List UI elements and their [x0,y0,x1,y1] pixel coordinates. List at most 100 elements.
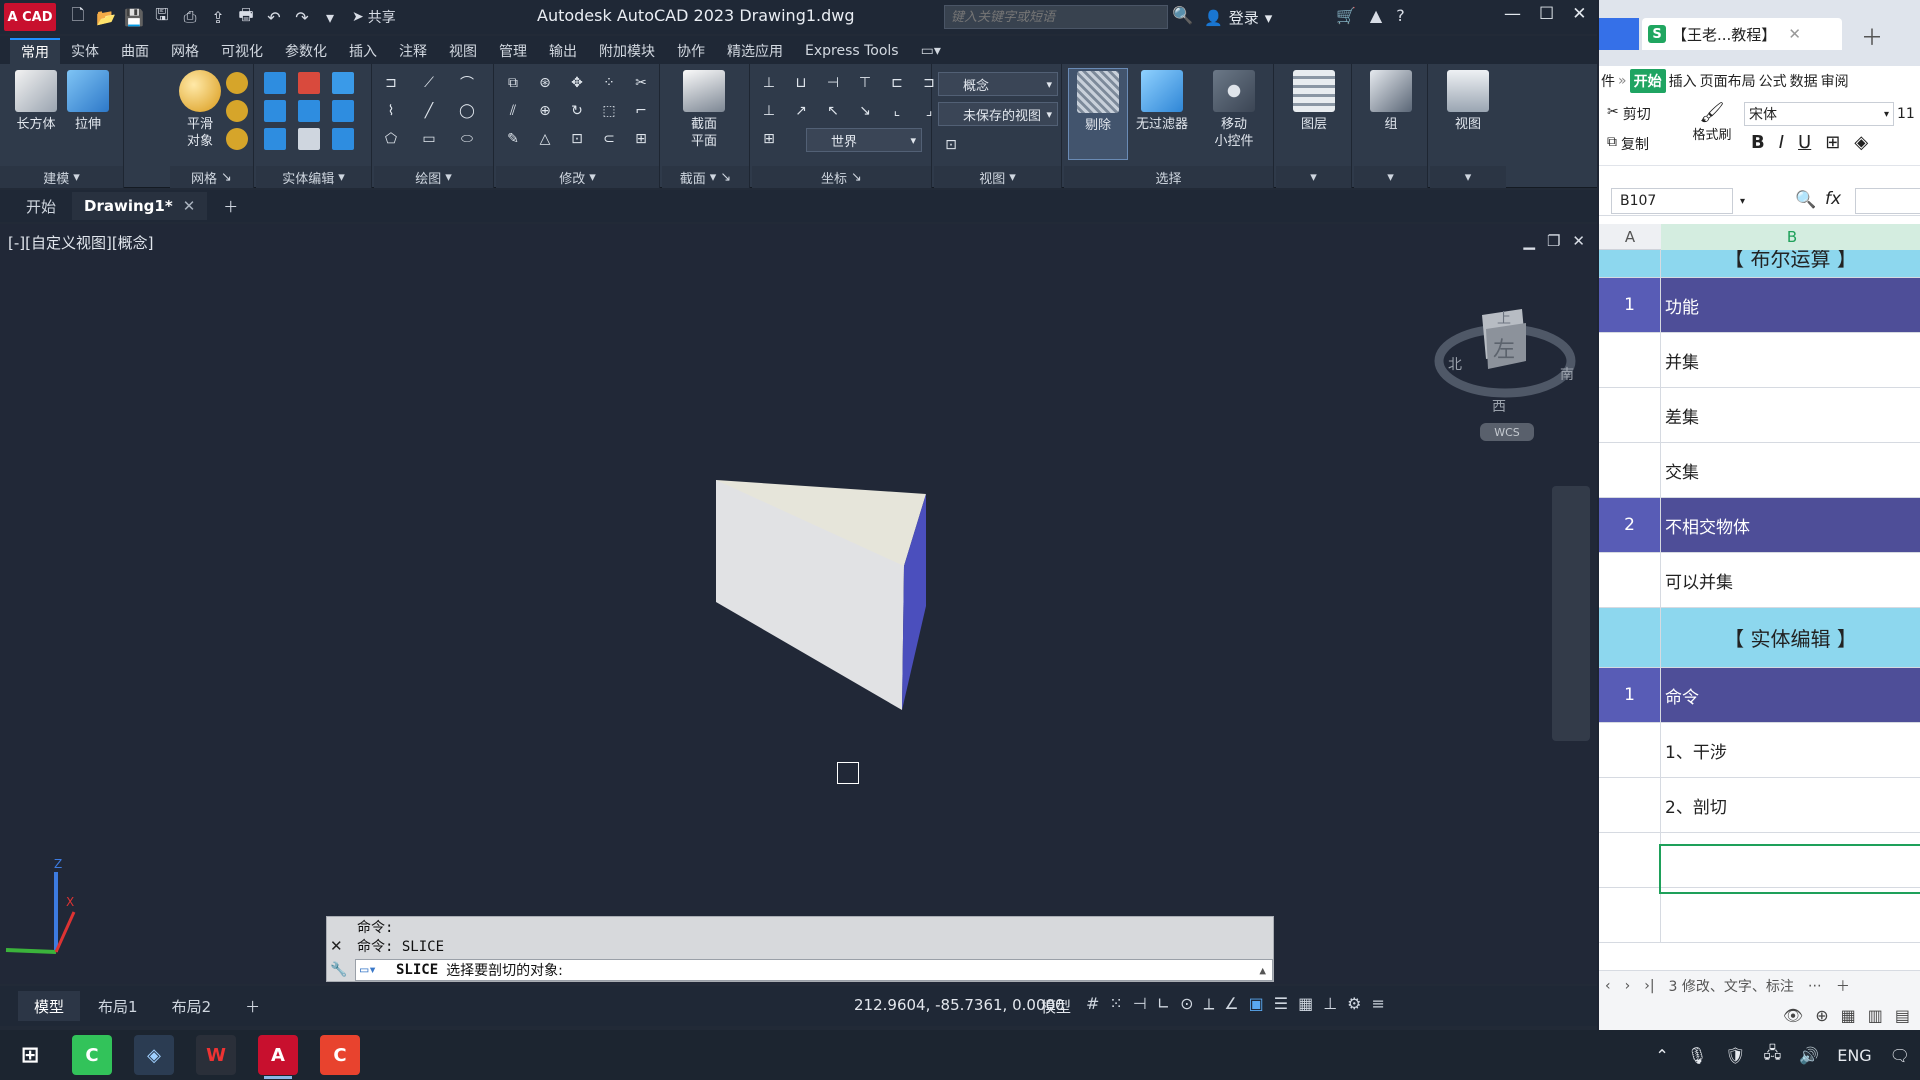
export-icon[interactable]: ⇪ [206,5,230,29]
bold-icon[interactable]: B [1751,132,1765,153]
undo-icon[interactable]: ↶ [262,5,286,29]
table-row[interactable]: 1 功能 [1599,278,1920,333]
tab-collaborate[interactable]: 协作 [666,38,716,64]
command-history-toggle-icon[interactable]: ▲ [1259,964,1266,977]
object-snap-tracking-icon[interactable]: ∠ [1224,994,1238,1014]
rotate-icon[interactable]: ↻ [566,100,588,122]
minimize-icon[interactable]: — [1504,4,1521,24]
search-box[interactable] [944,5,1168,29]
close-icon[interactable]: ✕ [1572,4,1586,24]
compass-south-label[interactable]: 西 [1492,399,1506,415]
ortho-icon[interactable]: ∟ [1157,994,1170,1014]
polysolid-icon[interactable]: ⊐ [380,72,402,94]
wps-menu-formula[interactable]: 公式 [1759,71,1787,91]
new-tab-button[interactable]: ＋ [211,192,250,220]
tab-model[interactable]: 模型 [18,991,81,1021]
ucs-settings-icon[interactable]: ⊞ [758,128,780,150]
panel-title-mesh[interactable]: 网格 ↘ [170,166,253,188]
taskbar-app-autocad[interactable]: A [258,1035,298,1079]
notification-icon[interactable]: 🗨 [1890,1046,1910,1065]
login-button[interactable]: 👤 登录 ▾ [1204,7,1272,28]
search-input[interactable] [945,6,1167,28]
input-method-icon[interactable]: ⊕ [1815,1006,1828,1025]
prev-sheet-icon[interactable]: › [1625,978,1631,994]
selection-cycling-icon[interactable]: ▣ [1249,994,1264,1014]
ellipse-icon[interactable]: ⬭ [456,128,478,150]
fill-color-icon[interactable]: ◈ [1854,132,1868,153]
compass-west-label[interactable]: 北 [1448,357,1462,373]
table-row[interactable]: 【 实体编辑 】 [1599,608,1920,668]
panel-title-draw[interactable]: 绘图 ▾ [374,166,493,188]
snap-icon[interactable]: ⁙ [1109,994,1122,1014]
tab-parametric[interactable]: 参数化 [274,38,338,64]
panel-title-modeling[interactable]: 建模 ▾ [0,166,123,188]
redo-icon[interactable]: ↷ [290,5,314,29]
border-icon[interactable]: ⊞ [1825,132,1840,153]
panel-title-coordinates[interactable]: 坐标 ↘ [752,166,931,188]
tab-drawing1[interactable]: Drawing1* ✕ [72,192,208,220]
underline-icon[interactable]: U [1798,132,1811,153]
wps-tab-close-icon[interactable]: ✕ [1788,25,1801,43]
tab-start[interactable]: 开始 [14,192,68,220]
ucs-object-icon[interactable]: ⊣ [822,72,844,94]
circle-icon[interactable]: ◯ [456,100,478,122]
sheet-grid[interactable]: 【 布尔运算 】 1 功能 并集 差集 交集 2 不相交物体 可以并集 【 实体编辑… [1599,250,1920,968]
panel-title-section[interactable]: 截面 ▾ ↘ [662,166,749,188]
taper-faces-icon[interactable] [332,128,354,150]
wps-menu-insert[interactable]: 插入 [1669,71,1697,91]
tab-solid[interactable]: 实体 [60,38,110,64]
normal-view-icon[interactable]: ▦ [1841,1006,1856,1025]
interfere-icon[interactable] [298,100,320,122]
mesh-sphere-icon[interactable] [226,72,248,94]
save-icon[interactable]: 💾 [122,5,146,29]
section-plane-button[interactable]: 截面 平面 [674,68,734,150]
table-row[interactable]: 差集 [1599,388,1920,443]
tab-express-tools[interactable]: Express Tools [794,38,910,64]
viewport-restore-icon[interactable]: ❐ [1547,232,1560,250]
intersect-icon[interactable] [264,100,286,122]
ucs-3point-icon[interactable]: ↘ [854,100,876,122]
arc-icon[interactable]: ⌒ [456,72,478,94]
offset-icon[interactable]: ⊂ [598,128,620,150]
tray-expand-icon[interactable]: ⌃ [1655,1046,1668,1065]
wps-menu-page-layout[interactable]: 页面布局 [1700,71,1756,91]
table-row[interactable]: 1 命令 [1599,668,1920,723]
views-button[interactable]: 视图 [1438,68,1498,133]
column-header-b[interactable]: B [1661,224,1920,250]
language-indicator[interactable]: ENG [1837,1046,1871,1065]
name-box[interactable]: B107 ▾ [1611,188,1745,214]
taskbar-app-wps[interactable]: W [196,1035,236,1075]
tab-visualize[interactable]: 可视化 [210,38,274,64]
add-sheet-icon[interactable]: ＋ [1836,976,1850,996]
layers-button[interactable]: 图层 [1284,68,1344,133]
3d-polyline-icon[interactable]: ⌇ [380,100,402,122]
panel-title-modify[interactable]: 修改 ▾ [496,166,659,188]
italic-icon[interactable]: I [1779,132,1784,153]
more-sheets-icon[interactable]: ⋯ [1808,978,1822,994]
active-cell-b107[interactable] [1659,844,1920,894]
viewport-minimize-icon[interactable]: ▁ [1523,232,1535,250]
ucs-view-icon[interactable]: ⊤ [854,72,876,94]
ucs-icon[interactable]: ⊥ [758,72,780,94]
tab-layout1[interactable]: 布局1 [82,991,154,1021]
wps-menu-more[interactable]: » [1618,73,1627,89]
tab-view[interactable]: 视图 [438,38,488,64]
font-size-select[interactable]: 11 [1897,102,1920,126]
table-row[interactable]: 并集 [1599,333,1920,388]
panel-title-groups[interactable]: ▾ [1354,166,1427,188]
tab-annotate[interactable]: 注释 [388,38,438,64]
navigation-bar[interactable] [1552,486,1590,741]
microphone-icon[interactable]: 🎙 [1687,1046,1707,1065]
rect-array-icon[interactable]: ⊞ [630,128,652,150]
group-button[interactable]: 组 [1361,68,1421,133]
page-break-view-icon[interactable]: ▤ [1895,1006,1910,1025]
table-row[interactable]: 1、干涉 [1599,723,1920,778]
wps-prev-tab[interactable] [1599,18,1639,50]
table-row[interactable]: 2 不相交物体 [1599,498,1920,553]
open-web-icon[interactable]: ⎙ [178,5,202,29]
wedge-solid[interactable] [700,474,940,714]
grid-icon[interactable]: # [1086,994,1099,1014]
column-header-a[interactable]: A [1599,224,1661,250]
viewport-label[interactable]: [-][自定义视图][概念] [8,232,154,253]
volume-icon[interactable]: 🔊 [1799,1046,1819,1065]
